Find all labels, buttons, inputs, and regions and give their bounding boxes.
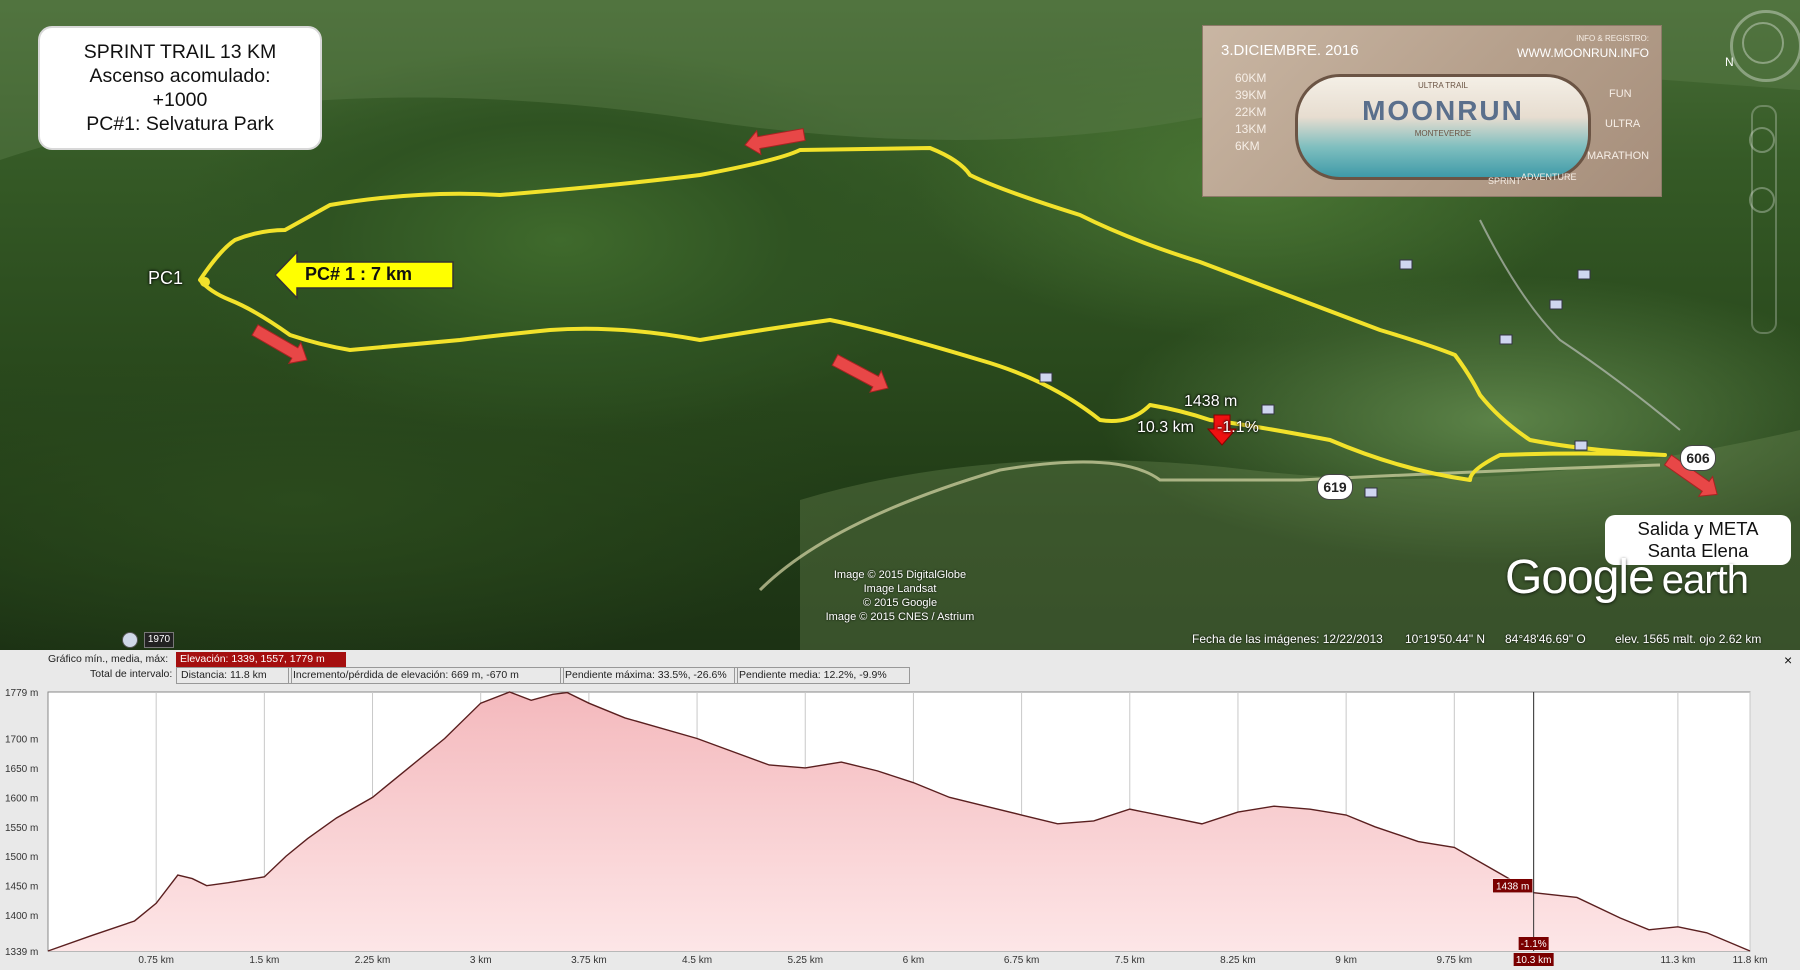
ascent-label: Ascenso acomulado: — [89, 65, 271, 87]
slope-marker-label: -1.1% — [1521, 939, 1547, 950]
elevation-marker-label: 1438 m — [1496, 882, 1529, 893]
ascent-value: +1000 — [152, 89, 208, 111]
category-label: SPRINT — [1488, 176, 1522, 186]
checkpoint-name: PC#1: Selvatura Park — [86, 113, 274, 135]
info-label: INFO & REGISTRO: — [1576, 34, 1649, 43]
x-tick-label: 3 km — [470, 955, 492, 966]
event-website: WWW.MOONRUN.INFO — [1517, 46, 1649, 60]
earth-wordmark: earth — [1661, 558, 1749, 602]
distance-option: 13KM — [1235, 122, 1267, 136]
poi-icon — [1039, 372, 1053, 383]
copyright-line: Image Landsat — [863, 583, 937, 595]
event-poster: 3.DICIEMBRE. 2016 INFO & REGISTRO: WWW.M… — [1202, 25, 1662, 197]
zoom-slider[interactable] — [1751, 105, 1777, 334]
category-label: ULTRA — [1605, 118, 1641, 130]
x-tick-label: 0.75 km — [138, 955, 174, 966]
distance-option: 39KM — [1235, 88, 1267, 102]
distance-option: 6KM — [1235, 139, 1260, 153]
direction-arrow-middle — [831, 354, 889, 393]
status-bar: Fecha de las imágenes: 12/22/2013 10°19'… — [0, 630, 1800, 650]
x-tick-label: 6.75 km — [1004, 955, 1040, 966]
latitude: 10°19'50.44" N — [1405, 632, 1486, 646]
y-tick-label: 1450 m — [5, 882, 38, 893]
x-tick-label: 6 km — [903, 955, 925, 966]
google-wordmark: Google — [1505, 551, 1655, 604]
marker-slope: -1.1% — [1217, 419, 1259, 436]
route-shield-606: 606 — [1680, 445, 1716, 471]
poi-icon — [1574, 440, 1588, 451]
imagery-copyright: Image © 2015 DigitalGlobe Image Landsat … — [800, 568, 1000, 624]
category-label: FUN — [1609, 88, 1632, 100]
poi-icon — [1261, 404, 1275, 415]
event-date: 3.DICIEMBRE. 2016 — [1221, 42, 1359, 59]
close-profile-button[interactable]: × — [1784, 652, 1792, 668]
x-tick-label: 9 km — [1335, 955, 1357, 966]
route-shield-619: 619 — [1317, 474, 1353, 500]
distance-option: 22KM — [1235, 105, 1267, 119]
poi-icon — [1499, 334, 1513, 345]
checkpoint-callout-text: PC# 1 : 7 km — [305, 264, 413, 284]
x-tick-label: 1.5 km — [249, 955, 279, 966]
trail-route — [198, 146, 1667, 482]
y-tick-label: 1550 m — [5, 823, 38, 834]
x-tick-label: 5.25 km — [787, 955, 823, 966]
y-tick-label: 1400 m — [5, 911, 38, 922]
road-north — [1479, 219, 1681, 431]
copyright-line: © 2015 Google — [862, 597, 938, 609]
y-tick-label: 1700 m — [5, 735, 38, 746]
x-tick-label: 7.5 km — [1115, 955, 1145, 966]
x-tick-label: 4.5 km — [682, 955, 712, 966]
google-earth-logo: Google earth — [1505, 550, 1749, 605]
marker-elevation: 1438 m — [1184, 393, 1238, 410]
race-info-box: SPRINT TRAIL 13 KM Ascenso acomulado: +1… — [38, 26, 322, 150]
pc1-point-icon — [200, 277, 210, 287]
y-tick-label: 1650 m — [5, 764, 38, 775]
pc1-label: PC1 — [148, 268, 184, 288]
poi-icon — [1577, 269, 1591, 280]
satellite-map[interactable]: N SPRINT TRAIL 13 KM Ascenso acomulado: … — [0, 0, 1800, 650]
poi-icon — [1549, 299, 1563, 310]
logo-subtitle-top: ULTRA TRAIL — [1418, 81, 1468, 90]
navigation-compass[interactable] — [1730, 10, 1800, 82]
eye-altitude: alt. ojo 2.62 km — [1680, 632, 1762, 646]
x-tick-label: 2.25 km — [355, 955, 391, 966]
poi-icon — [1399, 259, 1413, 270]
logo-subtitle-bottom: MONTEVERDE — [1414, 129, 1472, 138]
copyright-line: Image © 2015 DigitalGlobe — [833, 569, 967, 581]
imagery-date: Fecha de las imágenes: 12/22/2013 — [1192, 632, 1383, 646]
x-tick-label: 9.75 km — [1437, 955, 1473, 966]
x-tick-label: 11.8 km — [1733, 955, 1768, 966]
moonrun-logo: ULTRA TRAIL MOONRUN MONTEVERDE — [1295, 74, 1591, 180]
distance-option: 60KM — [1235, 71, 1267, 85]
elevation-stats: Elevación: 1339, 1557, 1779 m — [176, 652, 346, 667]
marker-distance: 10.3 km — [1137, 419, 1194, 436]
longitude: 84°48'46.69" O — [1505, 632, 1586, 646]
logo-text: MOONRUN — [1362, 95, 1524, 126]
finish-label: Salida y META — [1637, 518, 1759, 539]
ground-elevation: elev. 1565 m — [1615, 632, 1683, 646]
y-tick-label: 1500 m — [5, 852, 38, 863]
y-tick-label: 1779 m — [5, 688, 38, 699]
x-tick-label: 11.3 km — [1660, 955, 1695, 966]
copyright-line: Image © 2015 CNES / Astrium — [825, 611, 975, 623]
y-tick-label: 1339 m — [5, 947, 38, 958]
graph-label: Gráfico mín., media, máx: — [48, 653, 169, 665]
x-tick-label: 8.25 km — [1220, 955, 1256, 966]
race-title: SPRINT TRAIL 13 KM — [83, 41, 277, 63]
y-tick-label: 1600 m — [5, 793, 38, 804]
elevation-chart[interactable]: 1779 m 1700 m 1650 m 1600 m 1550 m 1500 m 1450… — [0, 680, 1800, 970]
elevation-profile-panel: Gráfico mín., media, máx: Elevación: 133… — [0, 650, 1800, 970]
category-label: ADVENTURE — [1521, 172, 1577, 182]
poi-icon — [1364, 487, 1378, 498]
x-tick-label: 3.75 km — [571, 955, 607, 966]
distance-marker-label: 10.3 km — [1516, 955, 1552, 966]
category-label: MARATHON — [1587, 150, 1650, 162]
